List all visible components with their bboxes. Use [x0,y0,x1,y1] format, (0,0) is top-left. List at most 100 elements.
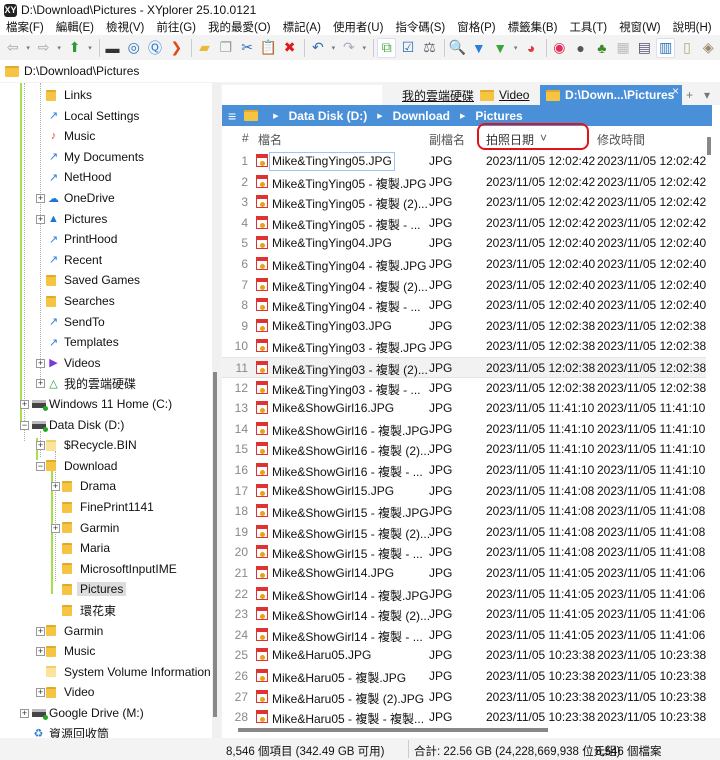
file-row[interactable]: 28 Mike&Haru05 - 複製 - 複製... JPG 2023/11/05 … [222,707,706,728]
pie-icon[interactable]: ◕ [521,38,540,58]
forward-icon[interactable]: ⇨ [34,38,53,58]
target-icon[interactable]: ◎ [124,38,143,58]
file-row[interactable]: 19 Mike&ShowGirl15 - 複製 (2)... JPG 2023/11/… [222,522,706,543]
file-row[interactable]: 21 Mike&ShowGirl14.JPG JPG 2023/11/05 11:41… [222,563,706,584]
dropdown-arrow-icon[interactable]: ▾ [512,38,520,58]
moon-icon[interactable]: ● [571,38,590,58]
breadcrumb-item[interactable]: Pictures [475,109,522,123]
dropdown-arrow-icon[interactable]: ▾ [86,38,94,58]
chevron-right-icon[interactable]: ▶ [273,112,278,120]
chevron-right-icon[interactable]: ▶ [377,112,382,120]
expand-toggle-icon[interactable]: + [51,523,60,533]
tag-icon[interactable]: ◈ [699,38,718,58]
file-name[interactable]: Mike&Haru05 - 複製 - 複製... [272,710,424,727]
tree-item[interactable]: Download [46,456,117,476]
menu-item[interactable]: 檢視(V) [100,19,150,35]
tree-item[interactable]: ▲ Pictures [46,209,107,229]
file-row[interactable]: 25 Mike&Haru05.JPG JPG 2023/11/05 10:23:38 2… [222,645,706,666]
file-row[interactable]: 23 Mike&ShowGirl14 - 複製 (2)... JPG 2023/11/… [222,604,706,625]
file-name[interactable]: Mike&TingYing04 - 複製 - ... [272,298,421,315]
column-extension[interactable]: 副檔名 [429,131,465,148]
file-row[interactable]: 14 Mike&ShowGirl16 - 複製.JPG JPG 2023/11/05 … [222,419,706,440]
weight-icon[interactable]: ⚖ [420,38,439,58]
up-icon[interactable]: ⬆ [65,38,84,58]
tab-video[interactable]: Video [480,85,529,105]
file-vertical-scrollbar[interactable] [706,127,720,727]
close-tab-icon[interactable]: × [672,84,679,98]
expand-toggle-icon[interactable]: + [36,214,45,224]
tree-item[interactable]: ↗ NetHood [46,167,111,187]
menu-icon[interactable]: ≡ [228,108,236,124]
tree-item[interactable]: ↗ SendTo [46,312,105,332]
file-row[interactable]: 24 Mike&ShowGirl14 - 複製 - ... JPG 2023/11/0… [222,625,706,646]
file-name[interactable]: Mike&TingYing05 - 複製 (2)... [272,195,428,212]
cut-icon[interactable]: ✂ [237,38,256,58]
expand-toggle-icon[interactable]: + [36,358,45,368]
file-row[interactable]: 11 Mike&TingYing03 - 複製 (2)... JPG 2023/11/… [222,357,706,378]
file-name[interactable]: Mike&TingYing05 - 複製.JPG [272,175,427,192]
tree-item[interactable]: FinePrint1141 [62,497,154,517]
new-tab-button[interactable]: + [686,85,693,105]
find-icon[interactable]: 🔍 [448,38,467,58]
paste-icon[interactable]: 📋 [259,38,278,58]
expand-toggle-icon[interactable]: + [36,194,45,203]
tree-item[interactable]: ♪ Music [46,126,96,146]
file-name[interactable]: Mike&TingYing05 - 複製 - ... [272,216,421,233]
file-name[interactable]: Mike&Haru05.JPG [272,648,371,662]
tree-item[interactable]: Garmin [46,621,103,641]
menu-item[interactable]: 窗格(P) [451,19,501,35]
tree-item[interactable]: $Recycle.BIN [46,435,137,455]
grid-icon[interactable]: ▦ [613,38,632,58]
file-name[interactable]: Mike&ShowGirl16 - 複製 - ... [272,463,423,480]
delete-icon[interactable]: ✖ [280,38,299,58]
menu-item[interactable]: 說明(H) [667,19,718,35]
menu-item[interactable]: 標籤集(B) [502,19,564,35]
file-row[interactable]: 27 Mike&Haru05 - 複製 (2).JPG JPG 2023/11/05 … [222,687,706,708]
dropdown-arrow-icon[interactable]: ▾ [24,38,32,58]
expand-toggle-icon[interactable]: + [20,400,29,409]
tree-item[interactable]: ↗ Recent [46,250,102,270]
menu-item[interactable]: 前往(G) [150,19,202,35]
menu-item[interactable]: 視窗(W) [613,19,667,35]
tree-item[interactable]: Links [46,85,92,105]
dropdown-arrow-icon[interactable]: ▾ [329,38,337,58]
file-name[interactable]: Mike&TingYing05.JPG [269,152,395,171]
tree-item[interactable]: Pictures [62,579,127,599]
expand-toggle-icon[interactable]: + [20,709,29,718]
tree-item[interactable]: Music [46,641,95,661]
file-name[interactable]: Mike&TingYing03 - 複製 - ... [272,381,421,398]
menu-item[interactable]: 工具(T) [563,19,613,35]
file-name[interactable]: Mike&ShowGirl15 - 複製.JPG [272,504,429,521]
file-row[interactable]: 12 Mike&TingYing03 - 複製 - ... JPG 2023/11/0… [222,378,706,399]
column-name[interactable]: 檔名 [258,131,282,148]
tree-item[interactable]: ↗ My Documents [46,147,144,167]
goto-icon[interactable]: ❯ [167,38,186,58]
file-name[interactable]: Mike&ShowGirl16.JPG [272,401,394,415]
back-icon[interactable]: ⇦ [3,38,22,58]
file-row[interactable]: 18 Mike&ShowGirl15 - 複製.JPG JPG 2023/11/05 … [222,501,706,522]
column-number[interactable]: # [242,131,249,145]
undo-icon[interactable]: ↶ [308,38,327,58]
redo-icon[interactable]: ↷ [339,38,358,58]
file-name[interactable]: Mike&ShowGirl16 - 複製 (2)... [272,442,430,459]
file-row[interactable]: 16 Mike&ShowGirl16 - 複製 - ... JPG 2023/11/0… [222,460,706,481]
tree-item[interactable]: Google Drive (M:) [31,703,144,723]
file-row[interactable]: 4 Mike&TingYing05 - 複製 - ... JPG 2023/11/05… [222,213,706,234]
file-row[interactable]: 20 Mike&ShowGirl15 - 複製 - ... JPG 2023/11/0… [222,542,706,563]
file-name[interactable]: Mike&ShowGirl14 - 複製.JPG [272,587,429,604]
expand-toggle-icon[interactable]: + [36,441,45,451]
tree-item[interactable]: ↗ Templates [46,332,119,352]
file-row[interactable]: 1 Mike&TingYing05.JPG JPG 2023/11/05 12:02:… [222,151,706,172]
spiral-icon[interactable]: ◉ [550,38,569,58]
filter-icon[interactable]: ▼ [469,38,488,58]
details-icon[interactable]: ▤ [635,38,654,58]
expand-toggle-icon[interactable]: + [36,647,45,657]
menu-item[interactable]: 指令碼(S) [389,19,451,35]
file-name[interactable]: Mike&ShowGirl14 - 複製 - ... [272,628,423,645]
breadcrumb-item[interactable]: Download [393,109,450,123]
file-row[interactable]: 3 Mike&TingYing05 - 複製 (2)... JPG 2023/11/0… [222,192,706,213]
tree-item[interactable]: ☁ OneDrive [46,188,115,208]
menu-item[interactable]: 編輯(E) [50,19,100,35]
tree-item[interactable]: Searches [46,291,115,311]
tree-item[interactable]: Saved Games [46,270,140,290]
